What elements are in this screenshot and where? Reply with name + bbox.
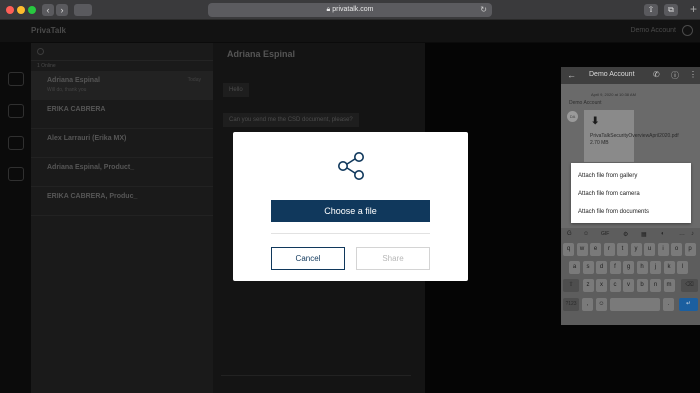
new-tab-icon[interactable]: + (690, 2, 697, 16)
share-icon (338, 152, 364, 180)
browser-toolbar: ‹ › 🔒︎ privatalk.com ↻ ⇧ ⧉ + (0, 0, 700, 20)
address-bar[interactable]: 🔒︎ privatalk.com ↻ (208, 3, 492, 17)
maximize-window-button[interactable] (28, 6, 36, 14)
divider (271, 233, 430, 234)
reload-icon[interactable]: ↻ (480, 3, 487, 17)
sidebar-toggle-icon[interactable] (74, 4, 92, 16)
minimize-window-button[interactable] (17, 6, 25, 14)
share-browser-icon[interactable]: ⇧ (644, 4, 658, 16)
cancel-button[interactable]: Cancel (271, 247, 345, 270)
tabs-icon[interactable]: ⧉ (664, 4, 678, 16)
close-window-button[interactable] (6, 6, 14, 14)
share-button[interactable]: Share (356, 247, 430, 270)
back-icon[interactable]: ‹ (42, 4, 54, 16)
share-file-dialog: Choose a file Cancel Share (233, 132, 468, 281)
forward-icon[interactable]: › (56, 4, 68, 16)
choose-file-button[interactable]: Choose a file (271, 200, 430, 222)
url-text: privatalk.com (332, 6, 374, 13)
